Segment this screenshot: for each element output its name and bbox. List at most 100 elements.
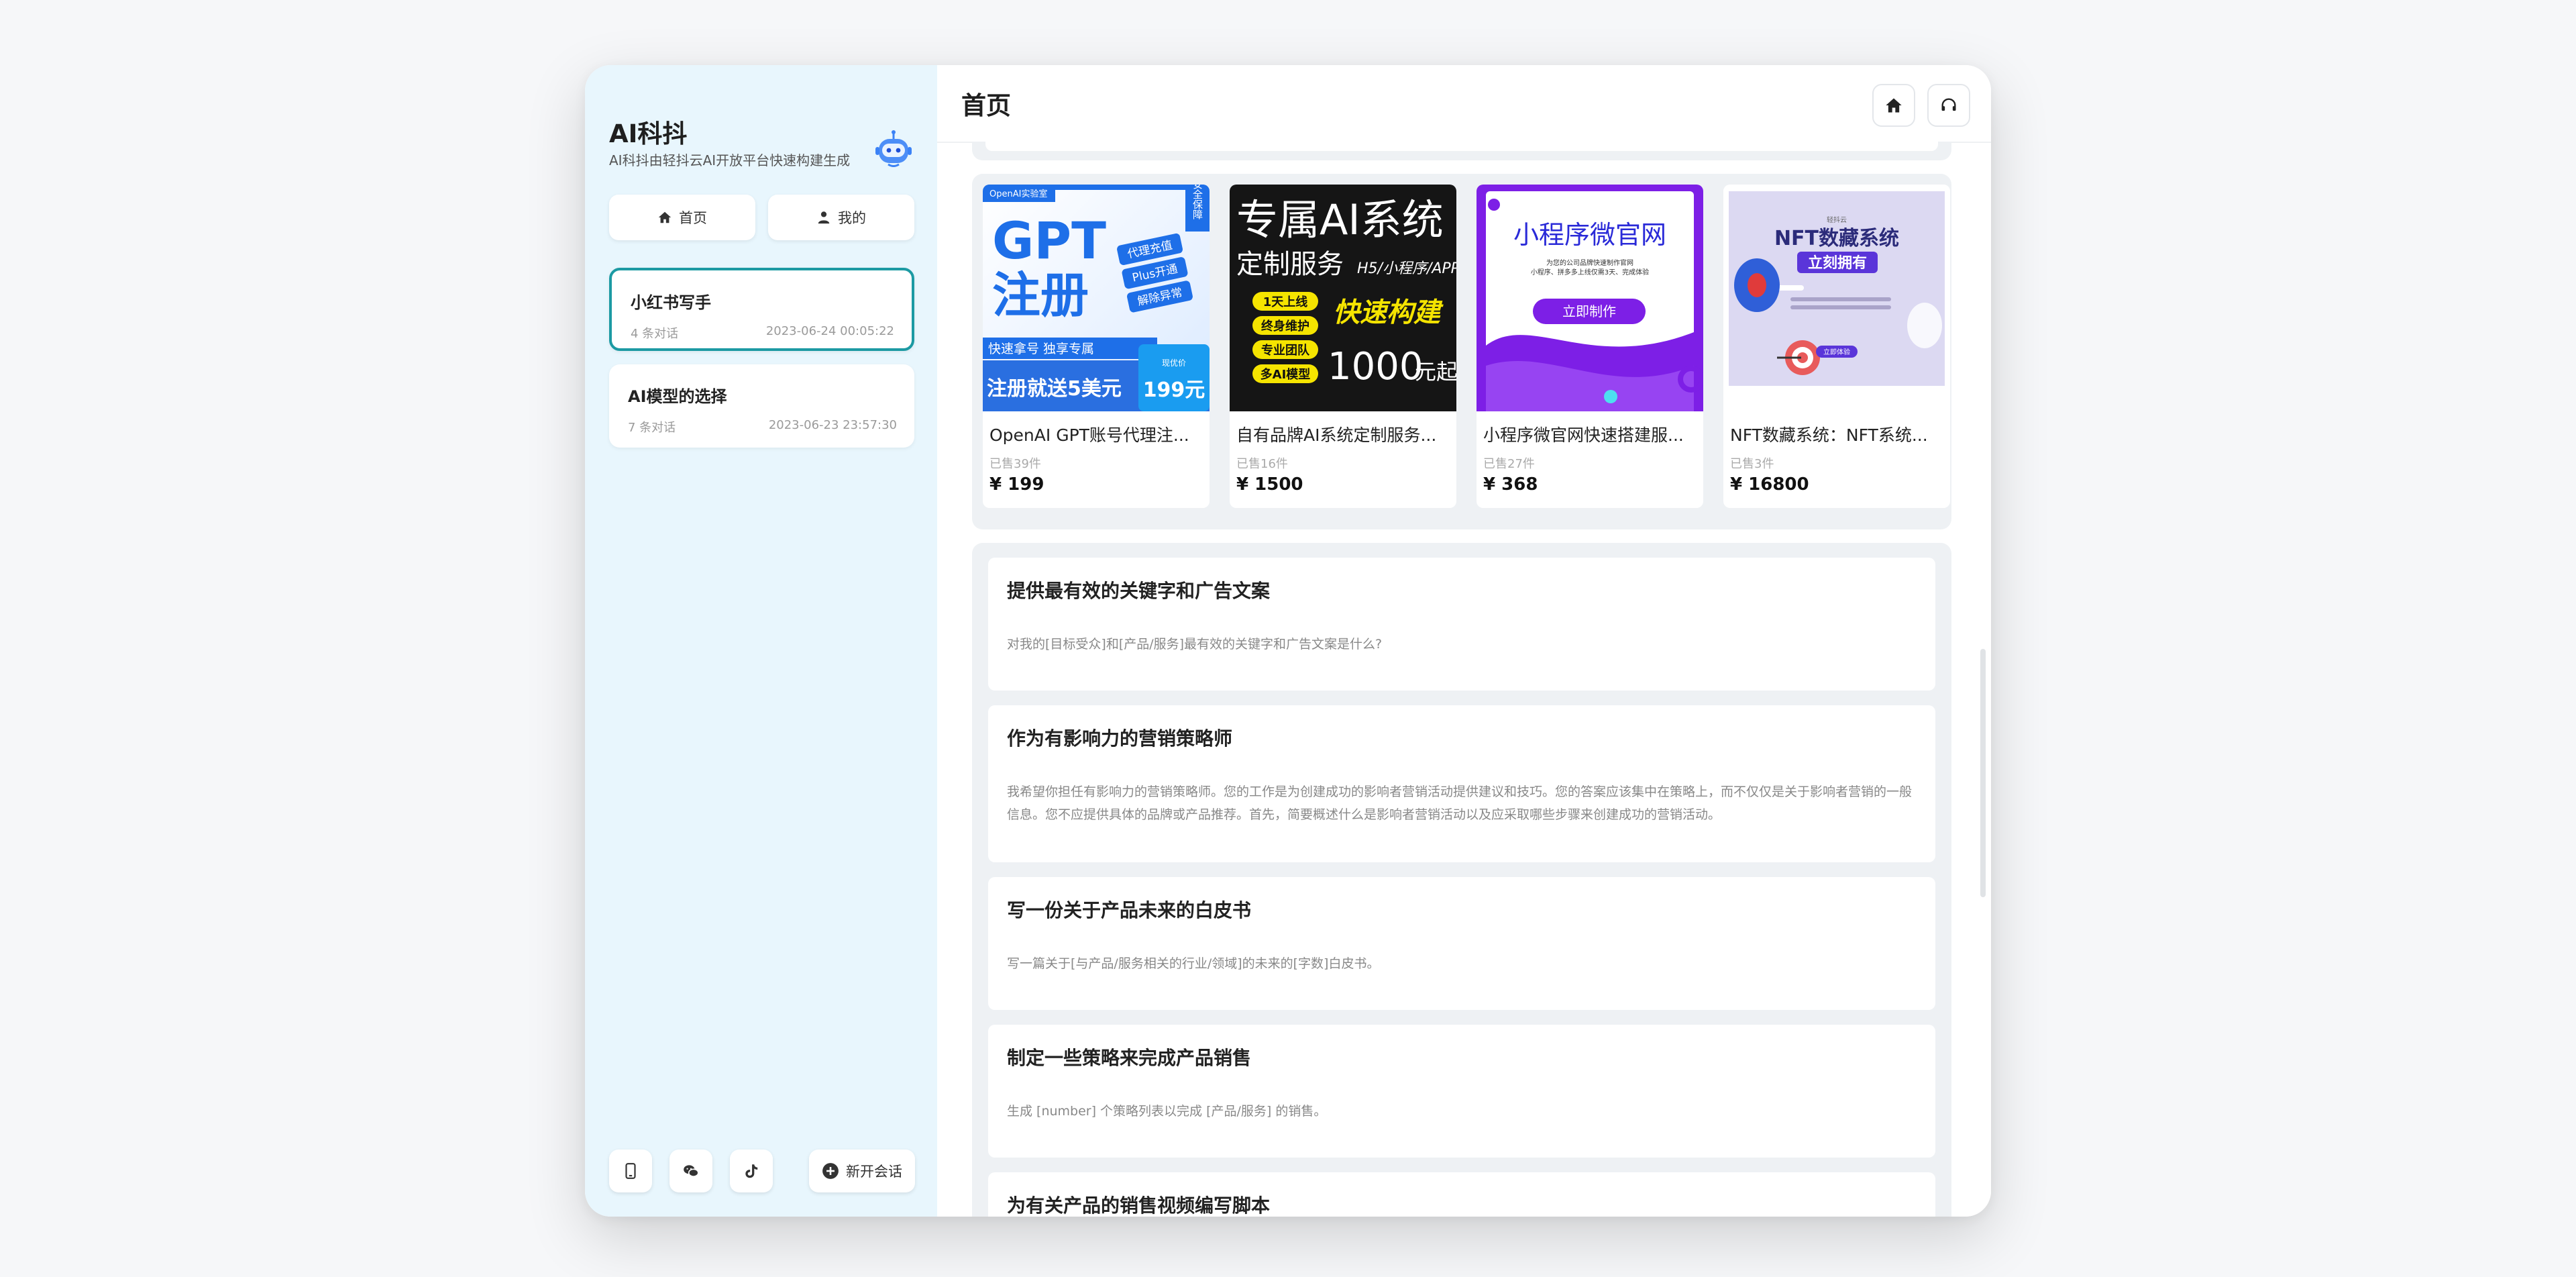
- wechat-icon: [684, 1165, 699, 1177]
- product-panel: OpenAI实验室 安全保障 GPT 注册 代理充值 Plus开通 解除异常 快…: [972, 174, 1951, 529]
- content-scroll[interactable]: OpenAI实验室 安全保障 GPT 注册 代理充值 Plus开通 解除异常 快…: [972, 142, 1951, 1217]
- image-text: GPT: [992, 211, 1106, 270]
- chat-count: 7 条对话: [628, 421, 676, 435]
- product-image: 专属AI系统 定制服务 H5/小程序/APP 1天上线 终身维护 专业团队 多A…: [1230, 185, 1456, 411]
- nav-mine-label: 我的: [838, 210, 866, 226]
- product-image: 轻抖云 NFT数藏系统 立刻拥有 立即体验: [1723, 185, 1950, 411]
- tiktok-icon: [745, 1164, 758, 1178]
- image-text: 立即制作: [1562, 303, 1616, 319]
- product-name: 小程序微官网快速搭建服...: [1483, 425, 1684, 445]
- product-name: 自有品牌AI系统定制服务...: [1236, 425, 1437, 445]
- headset-icon: [1941, 98, 1956, 111]
- image-text: 199元: [1143, 378, 1205, 402]
- product-card[interactable]: 专属AI系统 定制服务 H5/小程序/APP 1天上线 终身维护 专业团队 多A…: [1230, 185, 1456, 508]
- image-text: 专属AI系统: [1236, 195, 1444, 244]
- prompt-desc: 写一篇关于[与产品/服务相关的行业/领域]的未来的[字数]白皮书。: [1007, 956, 1380, 971]
- image-text: 小程序微官网: [1513, 220, 1666, 250]
- image-text: 元起: [1415, 359, 1456, 385]
- prompt-title: 作为有影响力的营销策略师: [1007, 727, 1233, 750]
- prompt-card[interactable]: 为有关产品的销售视频编写脚本: [988, 1172, 1935, 1217]
- image-text: 小程序、拼多多上线仅需3天、完成体验: [1531, 268, 1649, 276]
- chat-count: 4 条对话: [631, 327, 679, 341]
- top-panel-edge: [972, 142, 1951, 160]
- product-name: NFT数藏系统：NFT系统...: [1730, 425, 1928, 445]
- chat-title: 小红书写手: [631, 293, 711, 312]
- header-home-button[interactable]: [1872, 84, 1915, 127]
- new-chat-button[interactable]: 新开会话: [809, 1150, 915, 1192]
- product-price: ¥ 16800: [1730, 474, 1809, 495]
- product-price: ¥ 1500: [1236, 474, 1303, 495]
- product-card[interactable]: OpenAI实验室 安全保障 GPT 注册 代理充值 Plus开通 解除异常 快…: [983, 185, 1210, 508]
- image-text: 注册: [992, 267, 1089, 323]
- image-text: 1天上线: [1263, 295, 1308, 309]
- header-support-button[interactable]: [1927, 84, 1970, 127]
- image-text: 定制服务: [1236, 249, 1344, 280]
- image-text: 为您的公司品牌快速制作官网: [1546, 258, 1633, 267]
- scrollbar[interactable]: [1980, 649, 1986, 897]
- image-text: 终身维护: [1261, 319, 1309, 334]
- chat-time: 2023-06-24 00:05:22: [765, 324, 894, 338]
- sidebar: AI科抖 AI科抖由轻抖云AI开放平台快速构建生成 首页 我的 小红书写手 4 …: [585, 65, 938, 1217]
- prompt-title: 制定一些策略来完成产品销售: [1007, 1047, 1252, 1069]
- new-chat-label: 新开会话: [846, 1164, 902, 1180]
- prompt-title: 提供最有效的关键字和广告文案: [1007, 580, 1271, 602]
- prompt-card[interactable]: 作为有影响力的营销策略师 我希望你担任有影响力的营销策略师。您的工作是为创建成功…: [988, 705, 1935, 862]
- prompt-title: 为有关产品的销售视频编写脚本: [1007, 1194, 1271, 1217]
- image-text: NFT数藏系统: [1774, 227, 1899, 250]
- robot-icon: [875, 130, 912, 167]
- header: 首页: [937, 65, 1991, 143]
- prompt-card[interactable]: 写一份关于产品未来的白皮书 写一篇关于[与产品/服务相关的行业/领域]的未来的[…: [988, 877, 1935, 1010]
- prompt-panel: 提供最有效的关键字和广告文案 对我的[目标受众]和[产品/服务]最有效的关键字和…: [972, 543, 1951, 1217]
- tiktok-button[interactable]: [730, 1150, 773, 1192]
- chat-time: 2023-06-23 23:57:30: [768, 418, 897, 432]
- image-text: 多AI模型: [1260, 367, 1311, 382]
- prompt-card[interactable]: 制定一些策略来完成产品销售 生成 [number] 个策略列表以完成 [产品/服…: [988, 1025, 1935, 1158]
- image-text: 轻抖云: [1827, 215, 1847, 224]
- product-sold: 已售3件: [1730, 457, 1774, 471]
- home-icon: [658, 211, 672, 223]
- product-sold: 已售27件: [1483, 457, 1535, 471]
- image-text: 快速构建: [1333, 297, 1444, 328]
- app-title: AI科抖: [609, 119, 688, 148]
- product-image: 小程序微官网 为您的公司品牌快速制作官网 小程序、拼多多上线仅需3天、完成体验 …: [1477, 185, 1703, 411]
- nav-mine-button[interactable]: 我的: [768, 195, 914, 240]
- image-text: 立即体验: [1823, 348, 1850, 356]
- image-text: 立刻拥有: [1808, 254, 1867, 272]
- prompt-desc: 对我的[目标受众]和[产品/服务]最有效的关键字和广告文案是什么?: [1007, 637, 1383, 652]
- nav-home-label: 首页: [679, 210, 707, 226]
- product-card[interactable]: 轻抖云 NFT数藏系统 立刻拥有 立即体验 NFT数藏系统：NFT系统... 已…: [1723, 185, 1950, 508]
- image-text: 现优价: [1162, 358, 1186, 368]
- product-sold: 已售16件: [1236, 457, 1288, 471]
- prompt-desc: 我希望你担任有影响力的营销策略师。您的工作是为创建成功的影响者营销活动提供建议和…: [1007, 784, 1913, 822]
- prompt-desc: 生成 [number] 个策略列表以完成 [产品/服务] 的销售。: [1007, 1104, 1327, 1119]
- page-title: 首页: [961, 91, 1011, 120]
- image-text: H5/小程序/APP: [1357, 260, 1456, 277]
- home-icon: [1886, 98, 1902, 113]
- image-text: 专业团队: [1261, 343, 1310, 358]
- plus-circle-icon: [822, 1163, 839, 1179]
- product-price: ¥ 368: [1483, 474, 1538, 495]
- user-icon: [818, 211, 830, 224]
- phone-icon: [625, 1163, 636, 1179]
- chat-item[interactable]: 小红书写手 4 条对话 2023-06-24 00:05:22: [609, 268, 914, 351]
- app-subtitle: AI科抖由轻抖云AI开放平台快速构建生成: [609, 152, 851, 168]
- product-image: OpenAI实验室 安全保障 GPT 注册 代理充值 Plus开通 解除异常 快…: [983, 185, 1210, 411]
- product-price: ¥ 199: [989, 474, 1044, 495]
- product-card[interactable]: 小程序微官网 为您的公司品牌快速制作官网 小程序、拼多多上线仅需3天、完成体验 …: [1477, 185, 1703, 508]
- chat-title: AI模型的选择: [628, 387, 727, 406]
- chat-item[interactable]: AI模型的选择 7 条对话 2023-06-23 23:57:30: [609, 364, 914, 448]
- image-text: 注册就送5美元: [987, 377, 1122, 401]
- main-area: 首页 OpenAI实验室 安全保障 GPT 注册 代理充值 Plus开通 解除异…: [937, 65, 1991, 1217]
- nav-home-button[interactable]: 首页: [609, 195, 755, 240]
- image-text: 快速拿号 独享专属: [988, 341, 1094, 356]
- product-sold: 已售39件: [989, 457, 1041, 471]
- wechat-button[interactable]: [669, 1150, 712, 1192]
- image-text: 安全保障: [1191, 185, 1203, 219]
- app-window: AI科抖 AI科抖由轻抖云AI开放平台快速构建生成 首页 我的 小红书写手 4 …: [585, 65, 1991, 1217]
- image-text: OpenAI实验室: [989, 189, 1047, 199]
- prompt-title: 写一份关于产品未来的白皮书: [1007, 899, 1252, 921]
- phone-button[interactable]: [609, 1150, 652, 1192]
- image-text: 1000: [1328, 345, 1424, 389]
- product-name: OpenAI GPT账号代理注...: [989, 425, 1189, 445]
- prompt-card[interactable]: 提供最有效的关键字和广告文案 对我的[目标受众]和[产品/服务]最有效的关键字和…: [988, 558, 1935, 691]
